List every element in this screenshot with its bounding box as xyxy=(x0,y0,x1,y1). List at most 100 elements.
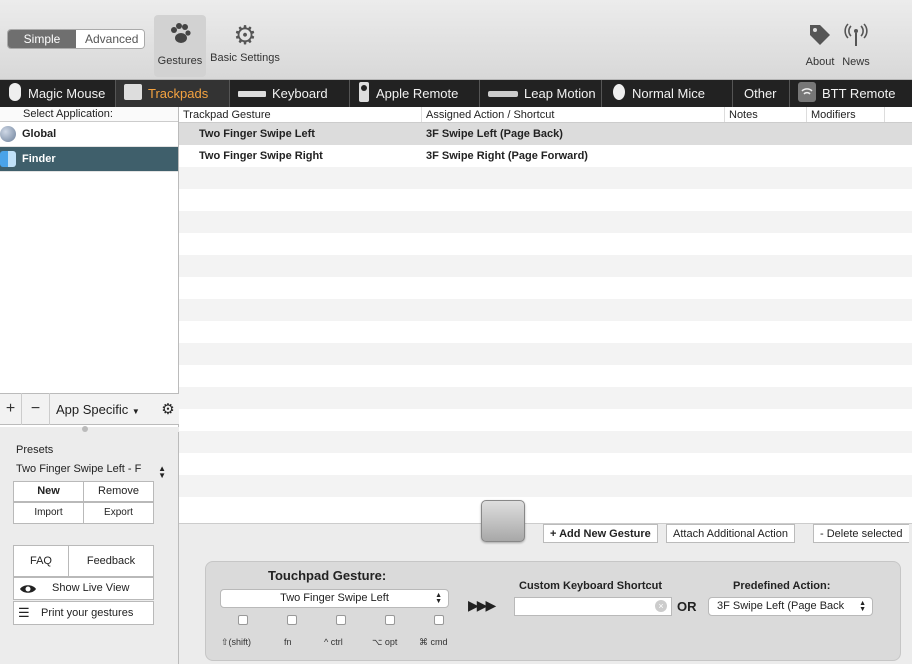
leap-icon xyxy=(488,86,518,101)
device-tab-bar: Magic Mouse Trackpads Keyboard Apple Rem… xyxy=(0,80,912,107)
presets-title: Presets xyxy=(16,444,54,456)
column-header-gesture[interactable]: Trackpad Gesture xyxy=(179,107,422,122)
fn-checkbox[interactable] xyxy=(287,615,297,625)
remote-icon xyxy=(358,82,370,105)
print-gestures-button[interactable]: ☰ Print your gestures xyxy=(13,601,154,625)
list-icon: ☰ xyxy=(18,605,30,620)
tab-label: Magic Mouse xyxy=(28,86,106,101)
import-preset-button[interactable]: Import xyxy=(13,502,84,524)
touchpad-gesture-select[interactable]: Two Finger Swipe Left ▲ ▼ xyxy=(220,589,449,608)
custom-shortcut-input[interactable]: × xyxy=(514,597,672,616)
column-header-action[interactable]: Assigned Action / Shortcut xyxy=(422,107,725,122)
add-app-button[interactable]: + xyxy=(0,393,22,425)
tab-label: Trackpads xyxy=(148,86,209,101)
gesture-cell: Two Finger Swipe Left xyxy=(199,128,315,140)
basic-settings-label: Basic Settings xyxy=(210,52,280,64)
cmd-checkbox[interactable] xyxy=(434,615,444,625)
presets-panel: Presets Two Finger Swipe Left - F ▲ ▼ New… xyxy=(0,432,179,664)
application-list: Select Application: Global Finder xyxy=(0,107,179,427)
shift-label: ⇧(shift) xyxy=(221,637,252,647)
cmd-label: ⌘ cmd xyxy=(419,637,448,647)
about-label: About xyxy=(805,56,835,68)
gesture-record-button[interactable] xyxy=(481,500,525,542)
column-header-notes[interactable]: Notes xyxy=(725,107,807,122)
chevron-down-icon: ▼ xyxy=(131,406,140,416)
app-item-global[interactable]: Global xyxy=(0,122,178,147)
table-row[interactable]: Two Finger Swipe Right 3F Swipe Right (P… xyxy=(179,145,912,167)
tab-label: Apple Remote xyxy=(376,86,459,101)
custom-shortcut-title: Custom Keyboard Shortcut xyxy=(519,580,663,592)
news-label: News xyxy=(842,56,870,68)
ctrl-label: ^ ctrl xyxy=(324,637,343,647)
mode-segmented-control[interactable]: Simple Advanced xyxy=(7,29,145,49)
predefined-action-select[interactable]: 3F Swipe Left (Page Back ▲ ▼ xyxy=(708,597,873,616)
action-cell: 3F Swipe Right (Page Forward) xyxy=(426,150,588,162)
gesture-cell: Two Finger Swipe Right xyxy=(199,150,323,162)
predefined-action-title: Predefined Action: xyxy=(733,580,831,592)
app-scope-select[interactable]: App Specific ▼ xyxy=(50,402,157,417)
print-label: Print your gestures xyxy=(41,607,134,619)
tab-label: Normal Mice xyxy=(632,86,705,101)
preset-select[interactable]: Two Finger Swipe Left - F ▲ ▼ xyxy=(16,463,166,480)
tag-icon xyxy=(803,18,837,56)
mode-advanced-button[interactable]: Advanced xyxy=(76,30,144,48)
add-new-gesture-button[interactable]: + Add New Gesture xyxy=(543,524,658,543)
clear-field-icon[interactable]: × xyxy=(655,600,667,612)
basic-settings-toolbar-button[interactable]: ⚙ Basic Settings xyxy=(208,18,282,64)
tab-label: BTT Remote xyxy=(822,86,896,101)
tab-apple-remote[interactable]: Apple Remote xyxy=(350,80,480,107)
mouse-icon xyxy=(612,83,626,104)
opt-label: ⌥ opt xyxy=(372,637,398,647)
updown-arrows-icon: ▲ ▼ xyxy=(158,464,166,480)
action-cell: 3F Swipe Left (Page Back) xyxy=(426,128,563,140)
keyboard-icon xyxy=(238,86,266,101)
tab-btt-remote[interactable]: BTT Remote xyxy=(790,80,912,107)
app-settings-gear-icon[interactable]: ⚙ xyxy=(157,400,179,418)
tab-leap-motion[interactable]: Leap Motion xyxy=(480,80,602,107)
table-header: Trackpad Gesture Assigned Action / Short… xyxy=(179,107,912,123)
gesture-editor-panel: Touchpad Gesture: Two Finger Swipe Left … xyxy=(205,561,901,661)
arrow-right-icon: ▶▶▶ xyxy=(468,597,496,613)
tab-label: Leap Motion xyxy=(524,86,596,101)
tab-keyboard[interactable]: Keyboard xyxy=(230,80,350,107)
news-toolbar-button[interactable]: News xyxy=(840,18,872,68)
mouse-icon xyxy=(8,82,22,105)
opt-checkbox[interactable] xyxy=(385,615,395,625)
finder-icon xyxy=(0,151,16,167)
app-label: Finder xyxy=(22,153,56,165)
tab-label: Keyboard xyxy=(272,86,328,101)
tab-magic-mouse[interactable]: Magic Mouse xyxy=(0,80,116,107)
tab-other[interactable]: Other xyxy=(733,80,790,107)
column-header-modifiers[interactable]: Modifiers xyxy=(807,107,885,122)
ctrl-checkbox[interactable] xyxy=(336,615,346,625)
updown-arrows-icon: ▲ ▼ xyxy=(859,600,866,613)
mode-simple-button[interactable]: Simple xyxy=(8,30,76,48)
remove-app-button[interactable]: − xyxy=(22,393,50,425)
touchpad-gesture-title: Touchpad Gesture: xyxy=(268,568,387,583)
or-label: OR xyxy=(677,599,697,614)
feedback-button[interactable]: Feedback xyxy=(68,545,154,577)
updown-arrows-icon: ▲ ▼ xyxy=(435,592,442,605)
table-row[interactable]: Two Finger Swipe Left 3F Swipe Left (Pag… xyxy=(179,123,912,145)
tab-trackpads[interactable]: Trackpads xyxy=(116,80,230,107)
gestures-label: Gestures xyxy=(157,55,203,67)
application-list-header: Select Application: xyxy=(0,107,178,122)
toolbar: Simple Advanced Gestures ⚙ Basic Setting… xyxy=(0,0,912,80)
export-preset-button[interactable]: Export xyxy=(83,502,154,524)
shift-checkbox[interactable] xyxy=(238,615,248,625)
app-label: Global xyxy=(22,128,57,140)
app-item-finder[interactable]: Finder xyxy=(0,147,178,172)
globe-icon xyxy=(0,126,16,142)
show-live-view-button[interactable]: Show Live View xyxy=(13,577,154,600)
attach-additional-action-button[interactable]: Attach Additional Action xyxy=(666,524,795,543)
tab-label: Other xyxy=(744,86,777,101)
delete-selected-button[interactable]: - Delete selected xyxy=(813,524,909,543)
new-preset-button[interactable]: New xyxy=(13,481,84,502)
gestures-toolbar-button[interactable]: Gestures xyxy=(154,15,206,77)
remove-preset-button[interactable]: Remove xyxy=(83,481,154,502)
trackpad-icon xyxy=(124,84,142,103)
live-view-label: Show Live View xyxy=(52,582,130,594)
about-toolbar-button[interactable]: About xyxy=(803,18,837,68)
tab-normal-mice[interactable]: Normal Mice xyxy=(602,80,733,107)
faq-button[interactable]: FAQ xyxy=(13,545,69,577)
